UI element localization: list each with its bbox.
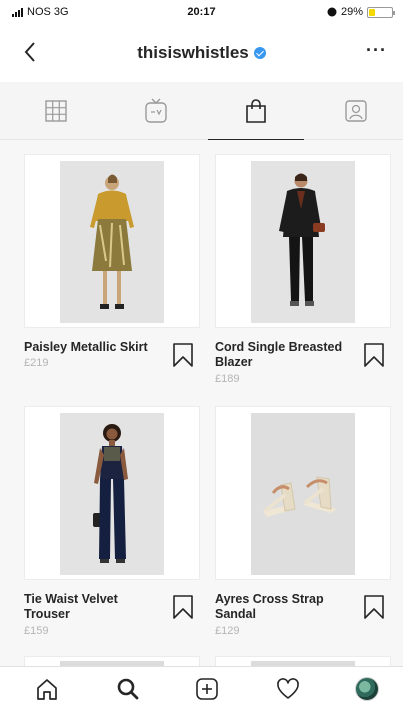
product-card[interactable]: Cord Single Breasted Blazer £189 bbox=[215, 154, 391, 394]
status-bar: NOS 3G 20:17 29% bbox=[0, 0, 403, 26]
verified-badge-icon bbox=[253, 46, 266, 59]
product-photo bbox=[60, 161, 164, 323]
product-price: £129 bbox=[215, 625, 240, 637]
woman-black-blazer-trousers-image bbox=[251, 161, 355, 323]
nav-search-button[interactable] bbox=[114, 675, 142, 703]
bookmark-icon bbox=[173, 343, 193, 367]
save-button[interactable] bbox=[172, 342, 194, 368]
nav-profile-button[interactable] bbox=[353, 675, 381, 703]
product-card[interactable]: Ayres Cross Strap Sandal £129 bbox=[215, 406, 391, 646]
tagged-icon bbox=[345, 100, 367, 122]
product-price: £219 bbox=[24, 357, 49, 369]
tab-igtv[interactable] bbox=[106, 82, 206, 140]
tab-shop[interactable] bbox=[206, 82, 306, 140]
product-photo bbox=[60, 413, 164, 575]
page-title: thisiswhistles bbox=[0, 43, 403, 63]
nav-new-post-button[interactable] bbox=[193, 675, 221, 703]
product-image-frame[interactable] bbox=[215, 406, 391, 580]
search-icon bbox=[117, 678, 139, 700]
bookmark-icon bbox=[364, 595, 384, 619]
grid-icon bbox=[45, 100, 67, 122]
product-name[interactable]: Tie Waist Velvet Trouser bbox=[24, 592, 164, 622]
product-name[interactable]: Ayres Cross Strap Sandal bbox=[215, 592, 355, 622]
battery-percent: 29% bbox=[340, 6, 363, 18]
product-grid: Paisley Metallic Skirt £219 Cord Single … bbox=[0, 141, 403, 666]
nav-activity-button[interactable] bbox=[274, 675, 302, 703]
bookmark-icon bbox=[173, 595, 193, 619]
more-options-button[interactable]: ··· bbox=[366, 40, 387, 61]
product-image-frame[interactable] bbox=[215, 154, 391, 328]
profile-avatar bbox=[355, 677, 379, 701]
heart-icon bbox=[277, 678, 299, 699]
woman-navy-velvet-jumpsuit-image bbox=[60, 413, 164, 575]
product-card-partial[interactable] bbox=[24, 656, 200, 666]
save-button[interactable] bbox=[363, 342, 385, 368]
woman-mustard-blouse-metallic-skirt-image bbox=[60, 161, 164, 323]
product-card[interactable]: Tie Waist Velvet Trouser £159 bbox=[24, 406, 200, 646]
igtv-icon bbox=[145, 98, 167, 123]
battery-fill bbox=[369, 8, 375, 16]
product-card[interactable]: Paisley Metallic Skirt £219 bbox=[24, 154, 200, 394]
product-card-partial[interactable] bbox=[215, 656, 391, 666]
home-icon bbox=[37, 679, 57, 700]
username: thisiswhistles bbox=[137, 43, 249, 62]
product-photo bbox=[251, 413, 355, 575]
tab-grid[interactable] bbox=[6, 82, 106, 140]
product-image-frame[interactable] bbox=[24, 154, 200, 328]
product-name[interactable]: Paisley Metallic Skirt bbox=[24, 340, 164, 355]
product-price: £189 bbox=[215, 373, 240, 385]
product-name[interactable]: Cord Single Breasted Blazer bbox=[215, 340, 355, 370]
product-photo bbox=[251, 161, 355, 323]
profile-header: thisiswhistles ··· bbox=[0, 26, 403, 82]
product-image-frame[interactable] bbox=[24, 406, 200, 580]
nav-home-button[interactable] bbox=[33, 675, 61, 703]
profile-tabs bbox=[0, 82, 403, 140]
battery-icon bbox=[367, 6, 395, 18]
save-button[interactable] bbox=[363, 594, 385, 620]
product-price: £159 bbox=[24, 625, 49, 637]
shopping-bag-icon bbox=[246, 99, 266, 123]
cream-block-heel-sandals-image bbox=[251, 413, 355, 575]
bookmark-icon bbox=[364, 343, 384, 367]
bottom-navigation bbox=[0, 666, 403, 708]
moon-icon bbox=[327, 7, 337, 17]
tab-tagged[interactable] bbox=[306, 82, 403, 140]
save-button[interactable] bbox=[172, 594, 194, 620]
add-post-icon bbox=[196, 678, 218, 700]
